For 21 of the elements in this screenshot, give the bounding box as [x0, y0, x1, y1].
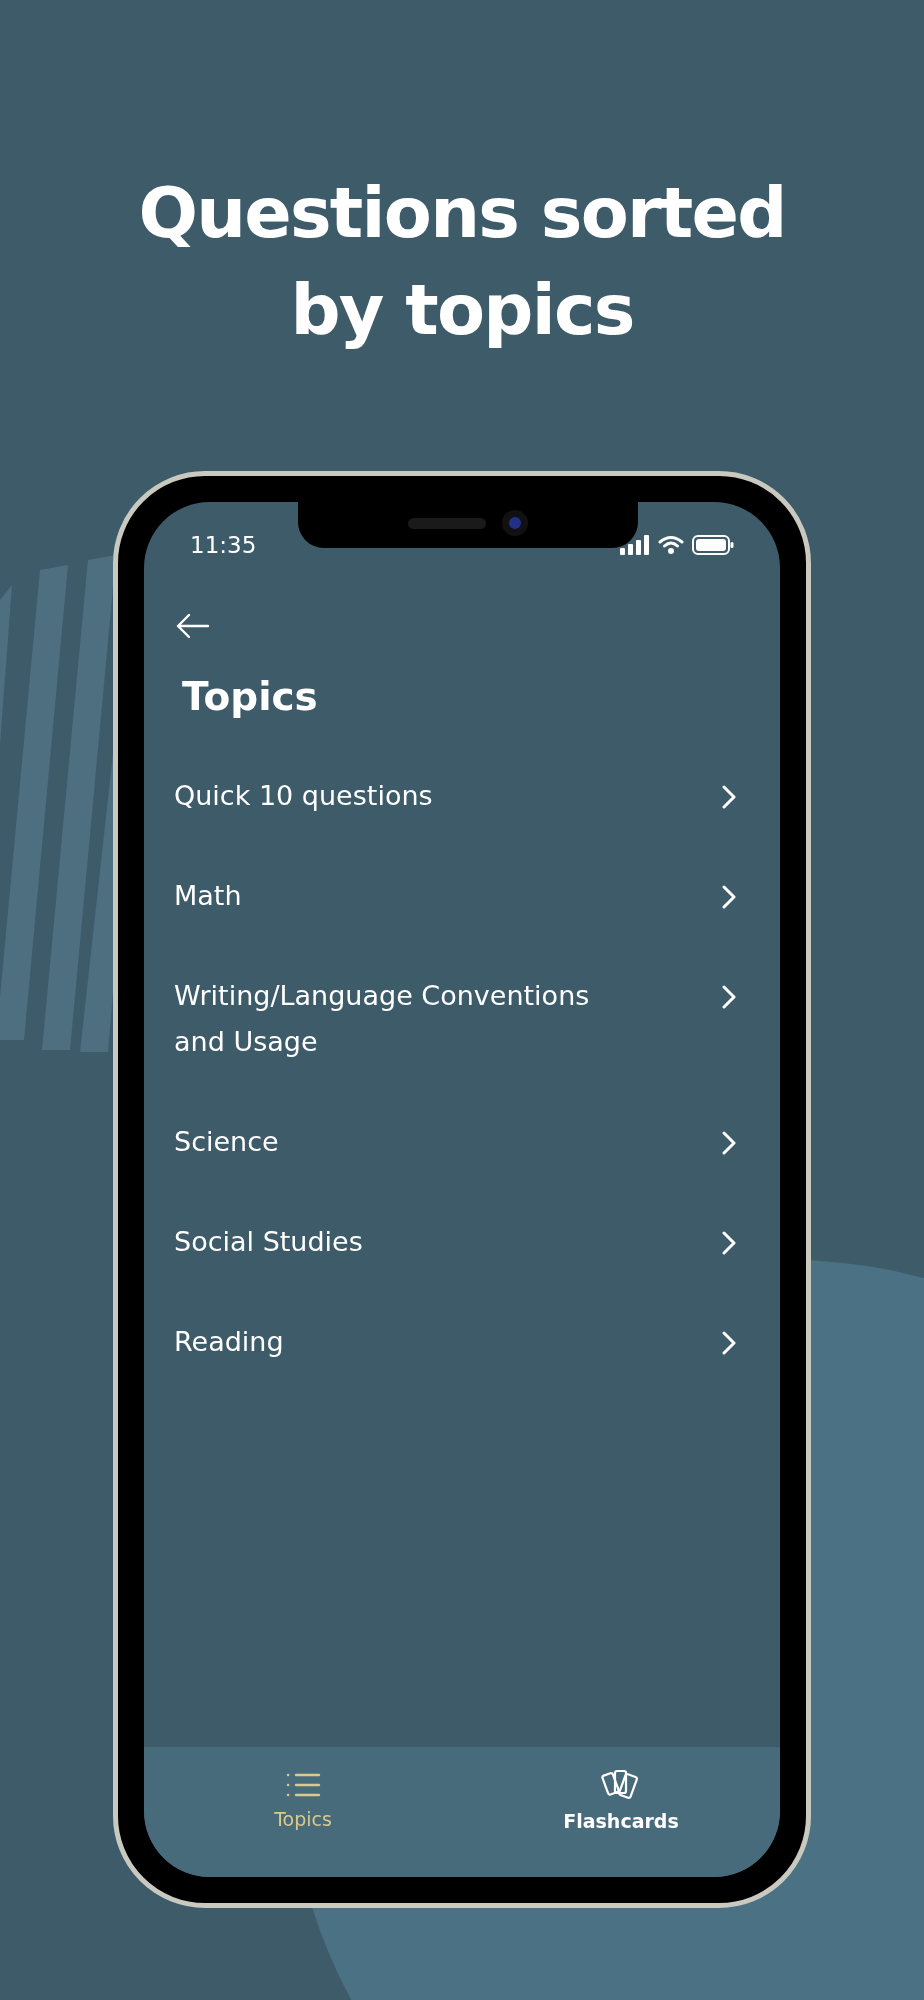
chevron-right-icon — [722, 1331, 736, 1355]
cards-icon — [601, 1768, 641, 1801]
chevron-right-icon — [722, 985, 736, 1009]
wifi-icon — [658, 535, 684, 555]
topic-item[interactable]: Social Studies — [144, 1192, 780, 1292]
topic-item[interactable]: Math — [144, 846, 780, 946]
topic-item[interactable]: Science — [144, 1092, 780, 1192]
chevron-right-icon — [722, 1231, 736, 1255]
status-time: 11:35 — [190, 530, 257, 560]
headline: Questions sorted by topics — [137, 171, 787, 353]
battery-icon — [692, 535, 734, 555]
chevron-right-icon — [722, 885, 736, 909]
screen-title: Topics — [182, 673, 319, 721]
topic-item[interactable]: Writing/Language Conventions and Usage — [144, 946, 780, 1092]
topic-item[interactable]: Reading — [144, 1292, 780, 1392]
tab[interactable]: Flashcards — [462, 1747, 780, 1857]
chevron-right-icon — [722, 785, 736, 809]
chevron-right-icon — [722, 1131, 736, 1155]
back-arrow-icon — [176, 613, 210, 639]
topic-item[interactable]: Quick 10 questions — [144, 746, 780, 846]
signal-icon — [620, 535, 650, 555]
